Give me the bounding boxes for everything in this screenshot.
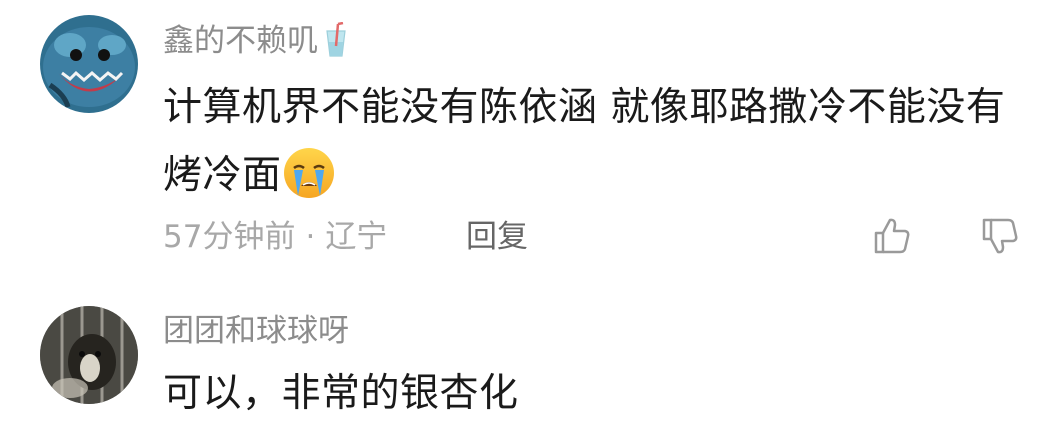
comment-item: 团团和球球呀 可以，非常的银杏化 <box>0 290 1061 441</box>
avatar[interactable] <box>40 306 138 404</box>
comment-time: 57分钟前 <box>163 219 296 255</box>
crying-face-emoji <box>282 146 336 200</box>
thumbs-down-icon[interactable] <box>978 214 1022 258</box>
reply-button[interactable]: 回复 <box>466 217 528 257</box>
cup-badge-icon <box>324 21 348 58</box>
meta-separator: · <box>305 219 316 255</box>
thumbs-up-icon[interactable] <box>870 214 914 258</box>
comment-item: 鑫的不赖叽 计算机界不能没有陈依涵 就像耶路撒冷不能没有烤冷面 57分钟前 · … <box>0 0 1061 290</box>
username[interactable]: 鑫的不赖叽 <box>163 23 318 59</box>
comment-text: 可以，非常的银杏化 <box>163 371 519 416</box>
avatar[interactable] <box>40 15 138 113</box>
username[interactable]: 团团和球球呀 <box>163 313 349 349</box>
comment-location: 辽宁 <box>325 219 388 255</box>
